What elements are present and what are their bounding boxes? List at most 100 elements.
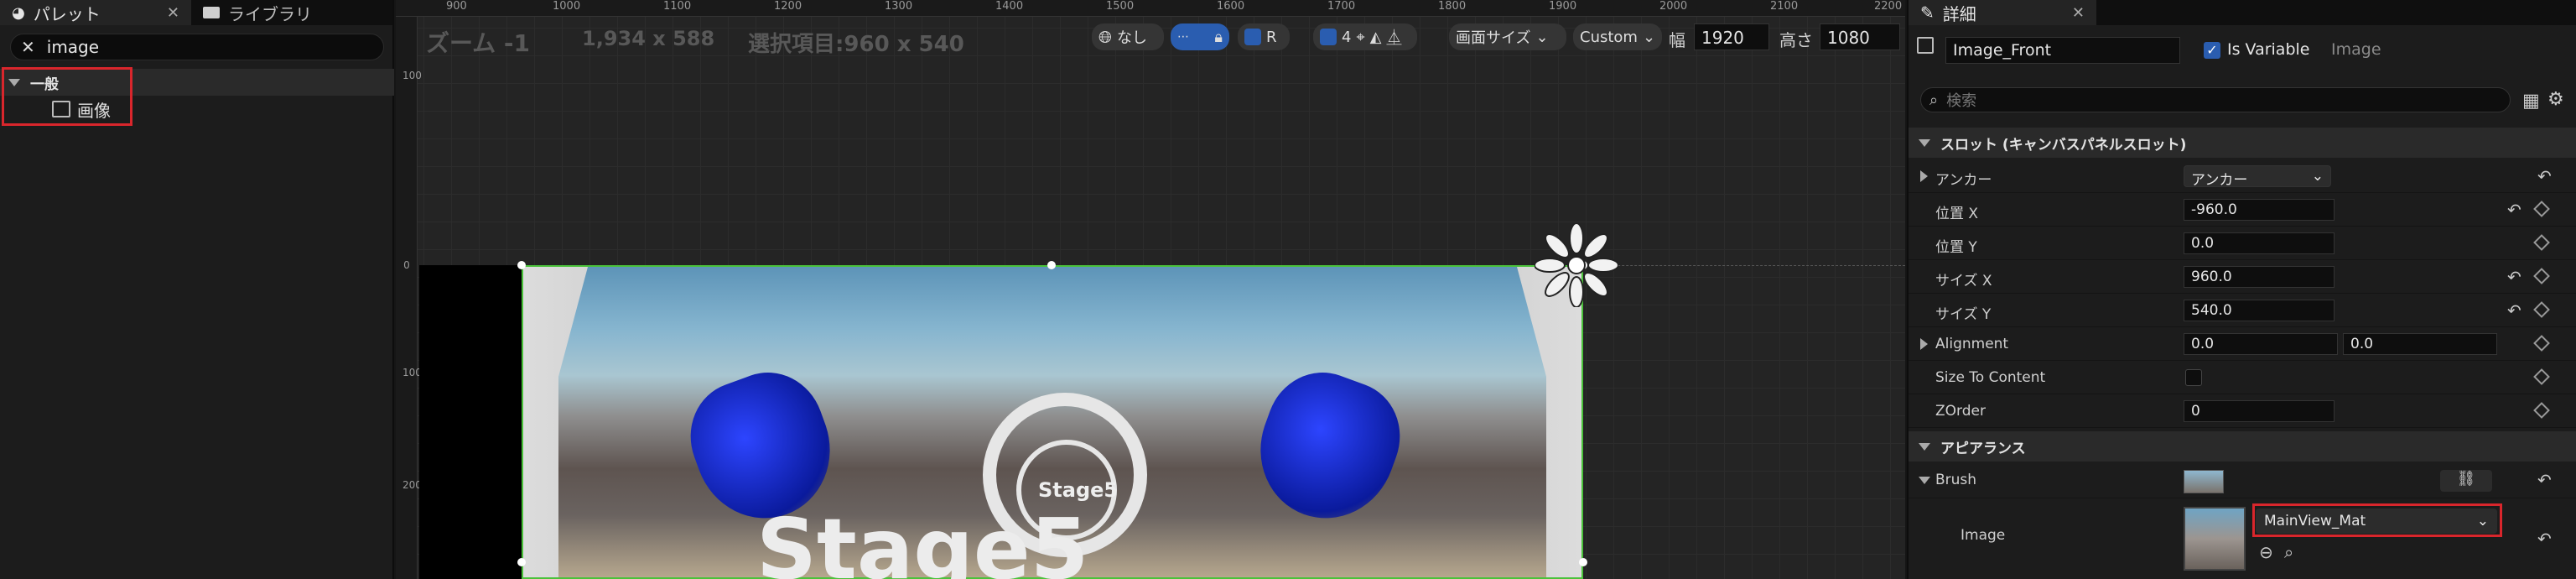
image-row: Image MainView_Mat ⌄ ⊖ ⌕ ↶	[1909, 498, 2576, 579]
pixel-snap-button[interactable]: 🌐︎ なし	[1092, 23, 1164, 50]
pencil-icon: ✎	[1920, 3, 1935, 23]
size-y-input[interactable]: 540.0	[2184, 300, 2334, 321]
keyframe-diamond-icon[interactable]	[2533, 368, 2550, 385]
lock-toggle[interactable]: ⋯ 🔒︎	[1171, 23, 1229, 50]
r-label: R	[1266, 28, 1277, 46]
anchor-value: アンカー	[2191, 172, 2248, 189]
ruler-tick: 100	[402, 70, 422, 81]
widget-name-input[interactable]: Image_Front	[1945, 37, 2180, 64]
clear-search-icon[interactable]: ✕	[21, 37, 35, 57]
canvas-background	[419, 265, 522, 579]
keyframe-diamond-icon[interactable]	[2533, 201, 2550, 217]
is-variable-checkbox[interactable]: ✓	[2204, 42, 2220, 59]
position-y-label: 位置 Y	[1935, 239, 1977, 256]
slot-section-label: スロット (キャンバスパネルスロット)	[1940, 136, 2187, 154]
details-search-placeholder: 検索	[1946, 92, 1977, 110]
resize-handle[interactable]	[517, 261, 526, 269]
right-hand-graphic	[1240, 357, 1416, 538]
link-icon[interactable]: ⛓	[2440, 470, 2492, 492]
slot-section-header[interactable]: スロット (キャンバスパネルスロット)	[1909, 128, 2576, 158]
use-selected-icon[interactable]: ⊖	[2259, 542, 2273, 562]
chevron-down-icon: ⌄	[1535, 28, 1549, 46]
ruler-tick: 1900	[1549, 0, 1577, 13]
reset-arrow-icon[interactable]: ↶	[2507, 300, 2521, 321]
position-y-input[interactable]: 0.0	[2184, 232, 2334, 254]
highlight-box	[2252, 503, 2502, 537]
position-x-row: 位置 X -960.0 ↶	[1909, 193, 2576, 227]
grid-count: 4	[1342, 28, 1352, 46]
reset-arrow-icon[interactable]: ↶	[2507, 267, 2521, 287]
palette-icon: ◕	[12, 3, 25, 22]
ruler-left: 100 0 100 200	[396, 17, 422, 579]
keyframe-diamond-icon[interactable]	[2533, 234, 2550, 251]
image-widget-icon	[1917, 37, 1934, 54]
stage-title-text: Stage5	[756, 500, 1089, 579]
designer-canvas[interactable]: 900 1000 1100 1200 1300 1400 1500 1600 1…	[396, 0, 1905, 579]
close-icon[interactable]: ✕	[2072, 4, 2085, 22]
resize-handle[interactable]	[517, 558, 526, 566]
ruler-tick: 1000	[553, 0, 581, 13]
resize-handle[interactable]	[1047, 261, 1056, 269]
anchor-row: アンカー アンカー ⌄ ↶	[1909, 159, 2576, 193]
anchor-dropdown[interactable]: アンカー ⌄	[2184, 165, 2331, 189]
keyframe-diamond-icon[interactable]	[2533, 301, 2550, 318]
grid-icon	[1320, 29, 1337, 45]
appearance-section-header[interactable]: アピアランス	[1909, 431, 2576, 462]
close-icon[interactable]: ✕	[167, 4, 179, 22]
reset-arrow-icon[interactable]: ↶	[2537, 166, 2552, 186]
gear-icon[interactable]: ⚙	[2547, 89, 2564, 110]
palette-tabbar: ◕ パレット ✕ ライブラリ	[0, 0, 392, 25]
tab-palette-label: パレット	[33, 3, 101, 24]
widget-type-label: Image	[2331, 40, 2381, 59]
tab-library[interactable]: ライブラリ	[191, 0, 324, 25]
size-x-row: サイズ X 960.0 ↶	[1909, 260, 2576, 294]
custom-dropdown[interactable]: Custom ⌄	[1573, 23, 1662, 50]
details-search-input[interactable]: ⌕ 検索	[1920, 87, 2511, 112]
height-input[interactable]: 1080	[1820, 23, 1900, 50]
expand-arrow-icon[interactable]	[1920, 170, 1928, 182]
size-y-row: サイズ Y 540.0 ↶	[1909, 294, 2576, 327]
height-label: 高さ	[1779, 30, 1813, 50]
browse-icon[interactable]: ⌕	[2284, 542, 2293, 562]
tab-details-label: 詳細	[1942, 3, 1976, 24]
details-panel: ✎ 詳細 ✕ Image_Front ✓ Is Variable Image ⌕…	[1907, 0, 2576, 579]
zorder-row: ZOrder 0	[1909, 394, 2576, 428]
resize-handle[interactable]	[1579, 558, 1587, 566]
keyframe-diamond-icon[interactable]	[2533, 402, 2550, 419]
tab-palette[interactable]: ◕ パレット ✕	[0, 0, 191, 25]
reset-arrow-icon[interactable]: ↶	[2507, 200, 2521, 220]
alignment-y-input[interactable]: 0.0	[2343, 333, 2497, 355]
grid-snap-button[interactable]: 4 ⌖ ◭ ⏅	[1313, 23, 1417, 50]
width-input[interactable]: 1920	[1694, 23, 1769, 50]
size-x-input[interactable]: 960.0	[2184, 266, 2334, 288]
zorder-input[interactable]: 0	[2184, 400, 2334, 422]
ruler-tick: 100	[402, 367, 422, 378]
keyframe-diamond-icon[interactable]	[2533, 268, 2550, 284]
tab-details[interactable]: ✎ 詳細 ✕	[1909, 0, 2096, 25]
size-to-content-checkbox[interactable]	[2185, 369, 2202, 386]
anchor-icon[interactable]	[1535, 223, 1618, 307]
respect-locks-button[interactable]: R	[1238, 23, 1290, 50]
ruler-tick: 1200	[774, 0, 802, 13]
table-view-icon[interactable]: ▦	[2522, 91, 2540, 112]
ruler-tick: 0	[403, 259, 410, 271]
alignment-x-input[interactable]: 0.0	[2184, 333, 2338, 355]
screen-size-dropdown[interactable]: 画面サイズ ⌄	[1449, 23, 1566, 50]
expand-arrow-icon[interactable]	[1920, 338, 1928, 350]
dots-icon: ⋯	[1177, 30, 1189, 44]
image-asset-thumbnail[interactable]	[2184, 507, 2246, 571]
image-label: Image	[1961, 527, 2006, 544]
none-label: なし	[1117, 29, 1147, 47]
reset-arrow-icon[interactable]: ↶	[2537, 470, 2552, 490]
reset-arrow-icon[interactable]: ↶	[2537, 529, 2552, 549]
position-x-label: 位置 X	[1935, 206, 1979, 222]
palette-search-input[interactable]: ✕ image	[10, 34, 384, 60]
frame-icon	[1244, 29, 1261, 45]
keyframe-diamond-icon[interactable]	[2533, 335, 2550, 352]
ruler-tick: 1300	[885, 0, 913, 13]
position-x-input[interactable]: -960.0	[2184, 199, 2334, 221]
collapse-arrow-icon[interactable]	[1919, 477, 1930, 484]
ruler-tick: 2100	[1770, 0, 1799, 13]
ruler-tick: 1600	[1217, 0, 1245, 13]
search-icon: ⌕	[1929, 91, 1939, 109]
